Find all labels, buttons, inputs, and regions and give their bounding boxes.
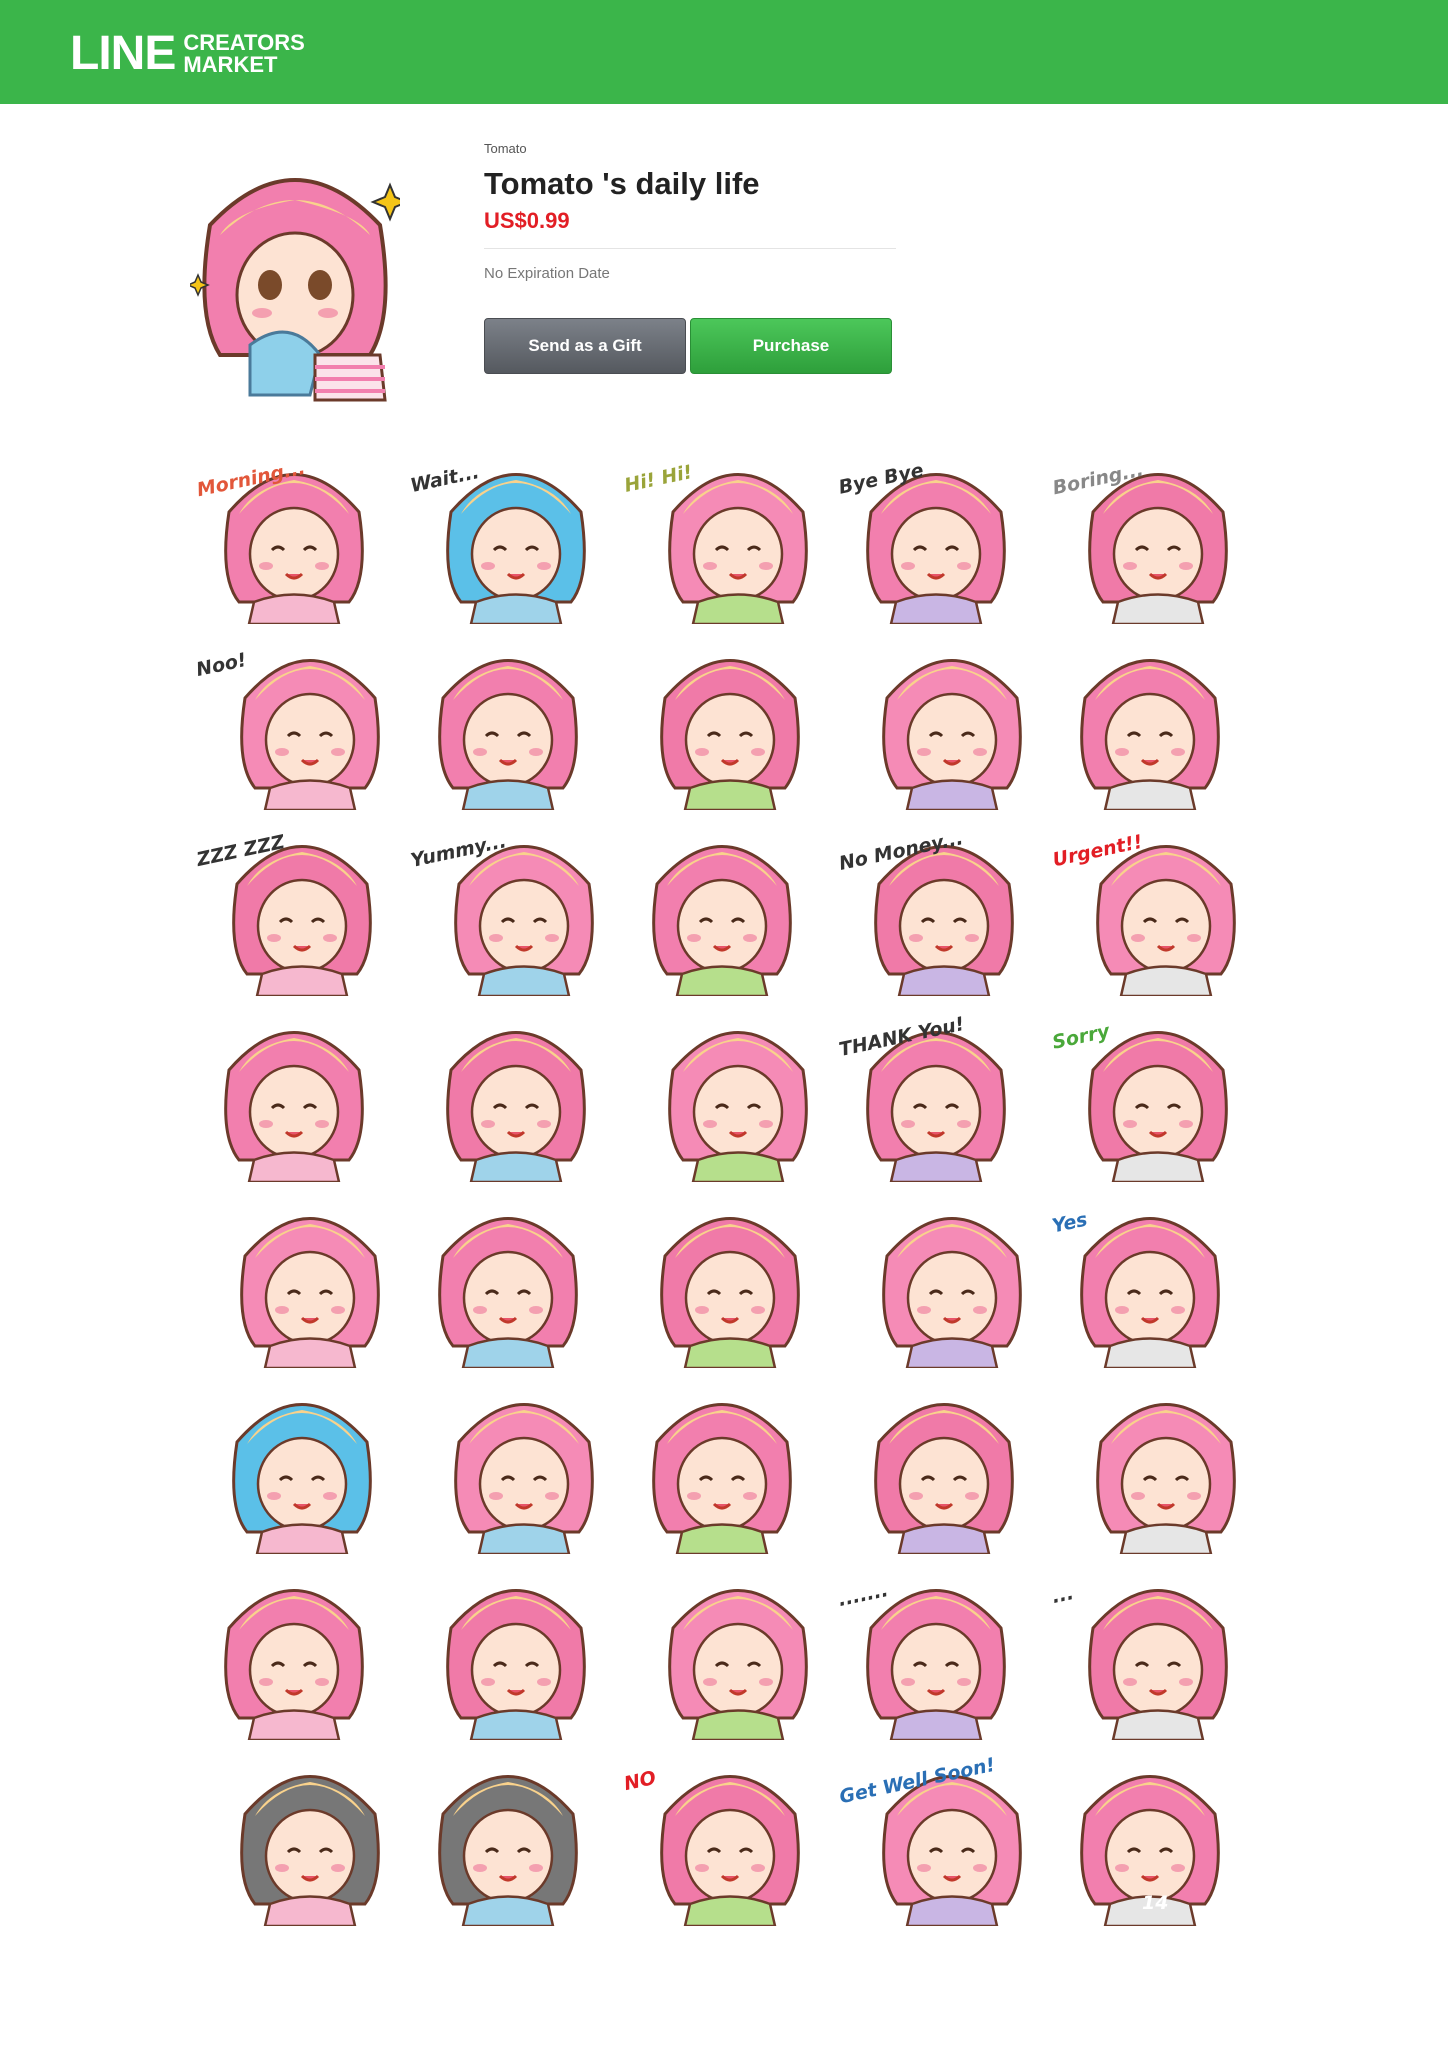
sticker-thumbnail[interactable] <box>1046 1370 1260 1556</box>
purchase-button[interactable]: Purchase <box>690 318 892 374</box>
sticker-thumbnail[interactable]: Morning... <box>190 440 404 626</box>
sticker-thumbnail[interactable] <box>618 1556 832 1742</box>
sticker-thumbnail[interactable]: ... <box>1046 1556 1260 1742</box>
send-as-gift-button[interactable]: Send as a Gift <box>484 318 686 374</box>
sticker-thumbnail[interactable]: Get Well Soon! <box>832 1742 1046 1928</box>
sticker-thumbnail[interactable]: Hi! Hi! <box>618 440 832 626</box>
action-buttons: Send as a Gift Purchase <box>484 318 892 374</box>
sticker-thumbnail[interactable] <box>1046 626 1260 812</box>
sticker-thumbnail[interactable] <box>832 1184 1046 1370</box>
sticker-thumbnail[interactable]: THANK You! <box>832 998 1046 1184</box>
sticker-thumbnail[interactable]: ....... <box>832 1556 1046 1742</box>
divider <box>484 248 896 249</box>
sticker-thumbnail[interactable]: NO <box>618 1742 832 1928</box>
sticker-thumbnail[interactable]: 14 <box>1046 1742 1260 1928</box>
line-creators-market-logo[interactable]: LINE CREATORS MARKET <box>70 30 305 78</box>
sticker-thumbnail[interactable] <box>190 1742 404 1928</box>
product-title: Tomato 's daily life <box>484 166 760 201</box>
sticker-thumbnail[interactable] <box>618 998 832 1184</box>
sticker-thumbnail[interactable] <box>404 1184 618 1370</box>
sticker-thumbnail[interactable] <box>618 1184 832 1370</box>
sticker-thumbnail[interactable]: Urgent!! <box>1046 812 1260 998</box>
sticker-thumbnail[interactable] <box>404 1370 618 1556</box>
logo-sub-creators: CREATORS <box>183 30 305 55</box>
sticker-thumbnail[interactable]: ZZZ ZZZ <box>190 812 404 998</box>
sticker-thumbnail[interactable]: Yes <box>1046 1184 1260 1370</box>
expiration-text: No Expiration Date <box>484 265 610 282</box>
sticker-thumbnail[interactable] <box>832 626 1046 812</box>
sticker-thumbnail[interactable] <box>832 1370 1046 1556</box>
logo-subtitle: CREATORS MARKET <box>183 32 304 76</box>
sticker-thumbnail[interactable]: Wait... <box>404 440 618 626</box>
sticker-thumbnail[interactable] <box>190 998 404 1184</box>
sticker-thumbnail[interactable]: Sorry <box>1046 998 1260 1184</box>
sticker-thumbnail[interactable] <box>404 1742 618 1928</box>
sticker-thumbnail[interactable]: Noo! <box>190 626 404 812</box>
sticker-grid: Morning... Wait... Hi! Hi! Bye Bye Borin… <box>190 440 1260 1928</box>
sticker-thumbnail[interactable] <box>404 626 618 812</box>
sticker-thumbnail[interactable]: Bye Bye <box>832 440 1046 626</box>
sticker-thumbnail[interactable] <box>618 1370 832 1556</box>
sticker-thumbnail[interactable] <box>404 1556 618 1742</box>
sticker-caption: ... <box>1049 1581 1076 1609</box>
sticker-thumbnail[interactable] <box>190 1370 404 1556</box>
sticker-thumbnail[interactable] <box>190 1556 404 1742</box>
sticker-thumbnail[interactable]: No Money... <box>832 812 1046 998</box>
creator-name[interactable]: Tomato <box>484 140 904 158</box>
product-price: US$0.99 <box>484 208 570 233</box>
sticker-thumbnail[interactable]: Boring... <box>1046 440 1260 626</box>
logo-line-text: LINE <box>70 27 176 80</box>
sticker-thumbnail[interactable] <box>190 1184 404 1370</box>
top-header-bar: LINE CREATORS MARKET <box>0 0 1448 104</box>
main-sticker-image <box>186 155 410 405</box>
sticker-caption: 14 <box>1142 1892 1169 1914</box>
sticker-thumbnail[interactable] <box>618 626 832 812</box>
logo-sub-market: MARKET <box>183 52 278 77</box>
sticker-thumbnail[interactable]: Yummy... <box>404 812 618 998</box>
sticker-thumbnail[interactable] <box>404 998 618 1184</box>
sticker-thumbnail[interactable] <box>618 812 832 998</box>
product-info: Tomato Tomato 's daily life US$0.99 No E… <box>484 140 904 283</box>
